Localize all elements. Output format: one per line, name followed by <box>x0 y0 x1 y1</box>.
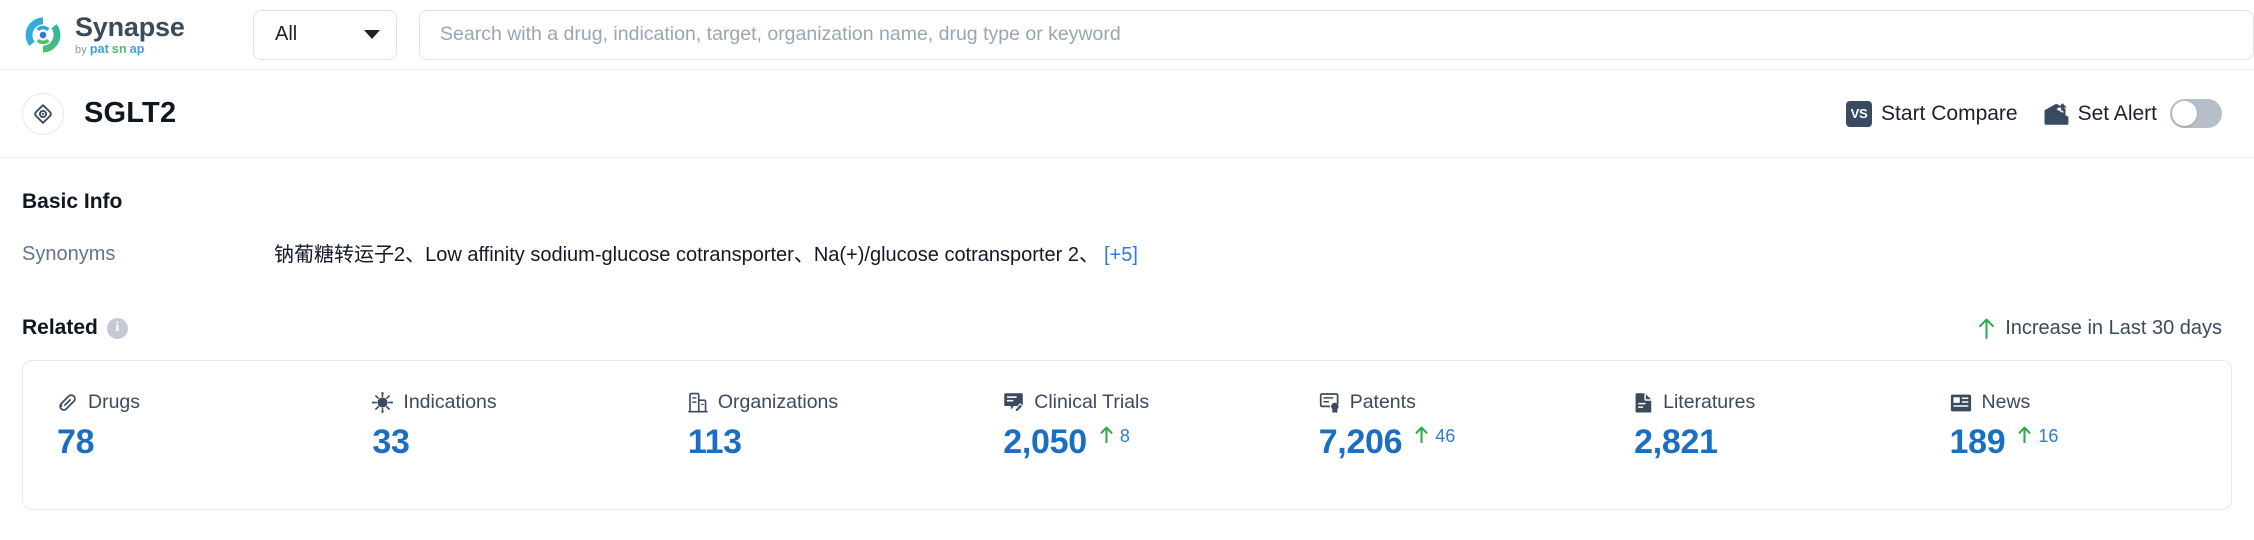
brand-name: Synapse <box>75 11 185 42</box>
arrow-up-icon <box>1415 426 1428 443</box>
stat-value: 113 <box>687 423 742 461</box>
stat-label: Organizations <box>717 391 839 413</box>
stat-label: Drugs <box>88 391 141 413</box>
brand-logo-link[interactable]: Synapse by pat sn ap <box>22 11 227 56</box>
synonyms-label: Synonyms <box>22 243 116 265</box>
clinical-trial-icon <box>1003 392 1024 413</box>
stat-value-row: 189 16 <box>1950 425 2231 459</box>
set-alert-toggle[interactable] <box>2170 99 2222 128</box>
stat-literatures[interactable]: Literatures 2,821 <box>1600 361 1915 509</box>
arrow-up-icon <box>1978 318 1995 339</box>
stat-label: Patents <box>1349 391 1416 413</box>
building-icon <box>688 392 708 413</box>
entity-header: SGLT2 VS Start Compare Set Alert <box>0 70 2254 158</box>
brand-ap: ap <box>129 41 145 56</box>
top-search-bar: Synapse by pat sn ap All <box>0 0 2254 70</box>
stat-value: 7,206 <box>1318 423 1403 461</box>
stat-head: Indications <box>372 391 653 414</box>
stat-delta-value: 8 <box>1119 426 1130 446</box>
stat-value-row: 113 <box>688 425 969 459</box>
stat-value-row: 33 <box>372 425 653 459</box>
start-compare-button[interactable]: VS Start Compare <box>1846 100 2018 127</box>
search-input[interactable] <box>440 10 2233 59</box>
synapse-logo-icon <box>22 14 64 56</box>
stat-delta: 46 <box>1415 425 1455 445</box>
stat-clinical-trials[interactable]: Clinical Trials 2,050 8 <box>969 361 1284 509</box>
stat-value-row: 2,821 <box>1634 425 1915 459</box>
increase-legend: Increase in Last 30 days <box>1978 317 2232 340</box>
info-icon[interactable]: i <box>106 317 128 339</box>
chevron-down-icon <box>364 30 380 39</box>
increase-legend-label: Increase in Last 30 days <box>2005 316 2222 339</box>
stat-head: News <box>1950 391 2231 414</box>
arrow-up-icon <box>2018 426 2031 443</box>
synonyms-more-link[interactable]: [+5] <box>1104 244 1138 266</box>
start-compare-label: Start Compare <box>1881 101 2018 125</box>
related-title: Related <box>22 316 98 339</box>
stat-head: Organizations <box>688 391 969 414</box>
search-box[interactable] <box>419 9 2254 60</box>
stat-label: Clinical Trials <box>1034 391 1150 413</box>
alert-mail-icon <box>2044 102 2069 125</box>
entity-actions: VS Start Compare Set Alert <box>1846 99 2232 128</box>
brand-tagline: by pat sn ap <box>75 41 185 56</box>
virus-icon <box>372 392 394 413</box>
stat-value: 78 <box>57 423 95 461</box>
synonyms-value: 钠葡糖转运子2、Low affinity sodium-glucose cotr… <box>274 244 1099 266</box>
stat-delta: 8 <box>1100 425 1130 445</box>
stat-value: 2,821 <box>1634 423 1718 461</box>
stat-label: News <box>1981 391 2031 413</box>
set-alert-control[interactable]: Set Alert <box>2044 99 2222 128</box>
basic-info-title: Basic Info <box>22 190 123 213</box>
set-alert-label: Set Alert <box>2077 101 2157 125</box>
stat-delta: 16 <box>2018 425 2058 445</box>
stat-value-row: 7,206 46 <box>1319 425 1600 459</box>
stat-value-row: 2,050 8 <box>1003 425 1284 459</box>
stat-value: 33 <box>372 423 410 461</box>
stat-value: 189 <box>1949 423 2006 461</box>
related-header: Related i Increase in Last 30 days <box>22 316 2232 340</box>
synonyms-row: Synonyms 钠葡糖转运子2、Low affinity sodium-glu… <box>22 243 2232 268</box>
stat-news[interactable]: News 189 16 <box>1916 361 2231 509</box>
stat-indications[interactable]: Indications 33 <box>338 361 653 509</box>
news-icon <box>1950 393 1972 413</box>
stat-value: 2,050 <box>1003 423 1087 461</box>
brand-sn: sn <box>111 41 127 56</box>
pill-icon <box>57 392 78 413</box>
stat-value-row: 78 <box>57 425 338 459</box>
stat-head: Literatures <box>1634 391 1915 414</box>
stat-drugs[interactable]: Drugs 78 <box>23 361 338 509</box>
brand-pat: pat <box>89 41 109 56</box>
stat-patents[interactable]: Patents 7,206 46 <box>1285 361 1600 509</box>
stat-label: Literatures <box>1663 391 1756 413</box>
brand-by-word: by <box>75 43 87 56</box>
toggle-knob <box>2172 101 2197 126</box>
arrow-up-icon <box>1100 426 1113 443</box>
patent-icon <box>1319 392 1340 413</box>
vs-icon: VS <box>1846 100 1873 127</box>
target-icon <box>22 92 64 135</box>
search-scope-dropdown[interactable]: All <box>253 9 397 60</box>
literature-icon <box>1634 392 1653 413</box>
stat-head: Clinical Trials <box>1003 391 1284 414</box>
stat-delta-value: 46 <box>1435 426 1456 446</box>
stat-head: Patents <box>1319 391 1600 414</box>
main-content: Basic Info Synonyms 钠葡糖转运子2、Low affinity… <box>0 158 2254 510</box>
stat-head: Drugs <box>57 391 338 414</box>
stat-delta-value: 16 <box>2038 426 2059 446</box>
stat-label: Indications <box>403 391 497 413</box>
search-scope-value: All <box>275 23 298 45</box>
related-stats-card: Drugs 78 Indications 33 Organizations 11… <box>22 360 2232 510</box>
stat-organizations[interactable]: Organizations 113 <box>654 361 969 509</box>
synonyms-value-wrap: 钠葡糖转运子2、Low affinity sodium-glucose cotr… <box>274 243 1138 268</box>
page-title: SGLT2 <box>84 97 177 129</box>
